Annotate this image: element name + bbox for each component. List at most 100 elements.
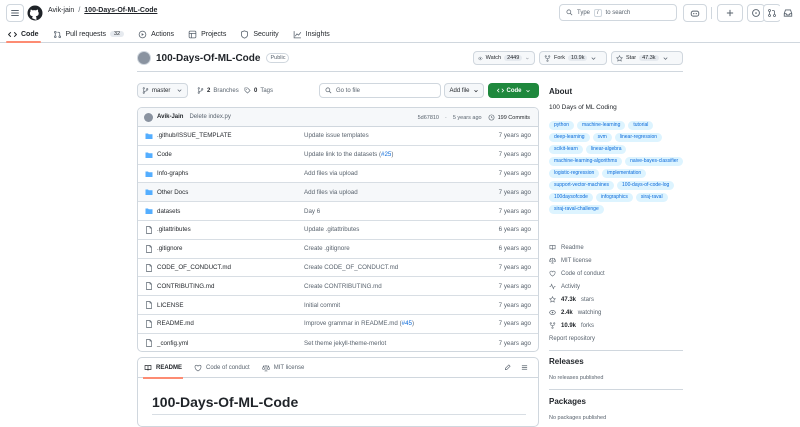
topic-tag[interactable]: machine-learning-algorithms: [549, 157, 623, 166]
topic-tag[interactable]: siraj-raval-challenge: [549, 205, 604, 214]
topic-tag[interactable]: support-vector-machines: [549, 181, 615, 190]
create-new-button[interactable]: [717, 4, 743, 22]
commit-message[interactable]: Delete index.py: [189, 114, 230, 120]
topic-tag[interactable]: logistic-regression: [549, 169, 600, 178]
tags-link[interactable]: 0 Tags: [244, 83, 273, 98]
go-to-file-input[interactable]: Go to file: [319, 83, 441, 98]
tab-code[interactable]: Code: [6, 26, 40, 43]
branches-link[interactable]: 2 Branches: [197, 83, 239, 98]
repo-link[interactable]: 100-Days-Of-ML-Code: [84, 7, 157, 14]
about-link[interactable]: Code of conduct: [549, 267, 689, 280]
topic-tag[interactable]: 100-days-of-code-log: [617, 181, 675, 190]
file-name[interactable]: datasets: [157, 208, 180, 215]
file-name[interactable]: .gitattributes: [157, 226, 191, 233]
about-link[interactable]: 47.3k stars: [549, 293, 689, 306]
packages-title[interactable]: Packages: [549, 397, 586, 406]
topic-tag[interactable]: machine-learning: [577, 121, 626, 130]
file-commit-message[interactable]: Add files via upload: [304, 189, 358, 196]
file-name[interactable]: CODE_OF_CONDUCT.md: [157, 264, 231, 271]
inbox-button[interactable]: [779, 4, 797, 22]
avatar[interactable]: [137, 51, 151, 65]
topic-tag[interactable]: infographics: [595, 193, 633, 202]
menu-button[interactable]: [6, 4, 24, 22]
about-link[interactable]: 10.9k forks: [549, 319, 689, 332]
file-commit-message[interactable]: Create CONTRIBUTING.md: [304, 283, 382, 290]
owner-link[interactable]: Avik-jain: [48, 7, 74, 14]
topic-tag[interactable]: python: [549, 121, 575, 130]
report-repository-link[interactable]: Report repository: [549, 332, 689, 345]
star-button[interactable]: Star 47.3k: [611, 51, 683, 65]
file-name[interactable]: Other Docs: [157, 189, 188, 196]
about-link[interactable]: MIT license: [549, 254, 689, 267]
file-name[interactable]: CONTRIBUTING.md: [157, 283, 214, 290]
about-link[interactable]: 2.4k watching: [549, 306, 689, 319]
table-row[interactable]: datasets Day 6 7 years ago: [138, 202, 538, 221]
topic-tag[interactable]: linear-algebra: [585, 145, 627, 154]
tab-readme[interactable]: README: [142, 358, 184, 379]
code-button[interactable]: Code: [488, 83, 539, 98]
tab-insights[interactable]: Insights: [293, 26, 330, 42]
table-row[interactable]: Code Update link to the datasets (#25) 7 y…: [138, 146, 538, 165]
about-link[interactable]: Readme: [549, 241, 689, 254]
topic-tag[interactable]: 100daysofcode: [549, 193, 593, 202]
file-name[interactable]: LICENSE: [157, 302, 183, 309]
list-icon[interactable]: [521, 364, 528, 371]
file-name[interactable]: README.md: [157, 320, 194, 327]
tab-projects[interactable]: Projects: [188, 26, 226, 42]
topic-tag[interactable]: svm: [592, 133, 612, 142]
file-commit-message[interactable]: Day 6: [304, 208, 320, 215]
topic-tag[interactable]: implementation: [602, 169, 647, 178]
pr-link[interactable]: #45: [402, 320, 412, 327]
pr-link[interactable]: #25: [381, 151, 391, 158]
branch-selector[interactable]: master: [137, 83, 188, 98]
github-logo-icon[interactable]: [27, 5, 43, 21]
topic-tag[interactable]: deep-learning: [549, 133, 590, 142]
file-name[interactable]: .gitignore: [157, 245, 182, 252]
commit-hash[interactable]: 5d67810: [418, 115, 439, 121]
file-name[interactable]: _config.yml: [157, 340, 188, 347]
table-row[interactable]: Info-graphs Add files via upload 7 years a…: [138, 165, 538, 184]
table-row[interactable]: CODE_OF_CONDUCT.md Create CODE_OF_CONDUCT…: [138, 259, 538, 278]
watch-button[interactable]: Watch 2449: [473, 51, 535, 65]
file-commit-message[interactable]: Set theme jekyll-theme-merlot: [304, 340, 386, 347]
file-commit-message[interactable]: Create .gitignore: [304, 245, 350, 252]
file-commit-message[interactable]: Add files via upload: [304, 170, 358, 177]
commits-link[interactable]: 199 Commits: [488, 114, 530, 121]
releases-title[interactable]: Releases: [549, 357, 584, 366]
topic-tag[interactable]: siraj-raval: [635, 193, 668, 202]
repo-title[interactable]: 100-Days-Of-ML-Code: [156, 53, 260, 64]
file-name[interactable]: Info-graphs: [157, 170, 188, 177]
pencil-icon[interactable]: [504, 364, 511, 371]
table-row[interactable]: CONTRIBUTING.md Create CONTRIBUTING.md 7 y…: [138, 277, 538, 297]
file-commit-message[interactable]: Update issue templates: [304, 132, 369, 139]
tab-code-of-conduct[interactable]: Code of conduct: [194, 358, 250, 378]
file-commit-message[interactable]: Create CODE_OF_CONDUCT.md: [304, 264, 398, 271]
topic-tag[interactable]: naive-bayes-classifier: [625, 157, 684, 166]
file-name[interactable]: Code: [157, 151, 172, 158]
commit-author[interactable]: Avik-Jain: [157, 114, 183, 120]
file-commit-message[interactable]: Initial commit: [304, 302, 340, 309]
tab-security[interactable]: Security: [240, 26, 279, 42]
table-row[interactable]: .gitattributes Update .gitattributes 6 yea…: [138, 221, 538, 240]
file-commit-message[interactable]: Update link to the datasets (#25): [304, 151, 393, 158]
fork-button[interactable]: Fork 10.9k: [539, 51, 607, 65]
about-link[interactable]: Activity: [549, 280, 689, 293]
avatar[interactable]: [144, 112, 153, 122]
table-row[interactable]: LICENSE Initial commit 7 years ago: [138, 296, 538, 315]
table-row[interactable]: _config.yml Set theme jekyll-theme-merlot…: [138, 334, 538, 351]
copilot-button[interactable]: [683, 4, 707, 22]
file-commit-message[interactable]: Update .gitattributes: [304, 226, 359, 233]
tab-pull-requests[interactable]: Pull requests 32: [53, 26, 125, 42]
search-input[interactable]: Type / to search: [559, 4, 677, 21]
table-row[interactable]: Other Docs Add files via upload 7 years ag…: [138, 183, 538, 203]
add-file-button[interactable]: Add file: [444, 83, 484, 98]
topic-tag[interactable]: scikit-learn: [549, 145, 583, 154]
tab-actions[interactable]: Actions: [138, 26, 174, 42]
topic-tag[interactable]: tutorial: [628, 121, 654, 130]
file-name[interactable]: .github/ISSUE_TEMPLATE: [157, 132, 232, 139]
tab-license[interactable]: MIT license: [261, 358, 304, 378]
topic-tag[interactable]: linear-regression: [614, 133, 663, 142]
file-commit-message[interactable]: Improve grammar in README.md (#45): [304, 320, 414, 327]
table-row[interactable]: .github/ISSUE_TEMPLATE Update issue templ…: [138, 127, 538, 146]
table-row[interactable]: .gitignore Create .gitignore 6 years ago: [138, 240, 538, 259]
